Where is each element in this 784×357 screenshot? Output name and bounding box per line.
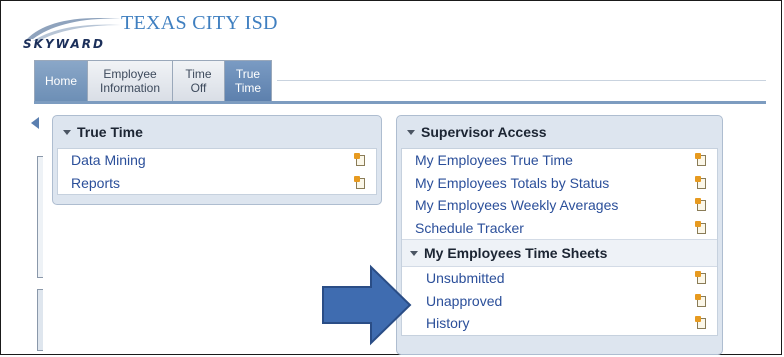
left-rail-tab[interactable] (37, 289, 43, 351)
skyward-wordmark: SKYWARD (23, 37, 105, 51)
tab-employee-information-label: Employee Information (99, 67, 161, 95)
tab-true-time-label: True Time (234, 67, 262, 95)
tab-employee-information[interactable]: Employee Information (88, 60, 173, 102)
triangle-left-icon[interactable] (31, 117, 39, 129)
menu-item-reports[interactable]: Reports (58, 172, 376, 195)
caret-down-icon[interactable] (410, 250, 418, 256)
document-icon[interactable] (695, 271, 707, 285)
menu-item-label[interactable]: Unsubmitted (426, 270, 505, 286)
document-icon[interactable] (695, 316, 707, 330)
callout-arrow-icon (322, 264, 412, 346)
tab-true-time[interactable]: True Time (225, 60, 272, 102)
time-sheets-subheader-title: My Employees Time Sheets (424, 245, 608, 261)
menu-item-label[interactable]: My Employees Weekly Averages (415, 197, 618, 213)
page-frame: SKYWARD TEXAS CITY ISD Home Employee Info… (0, 0, 782, 355)
time-sheets-subheader[interactable]: My Employees Time Sheets (402, 239, 717, 267)
supervisor-access-panel-header[interactable]: Supervisor Access (401, 116, 718, 148)
menu-item-label[interactable]: My Employees Totals by Status (415, 175, 609, 191)
supervisor-access-panel-title: Supervisor Access (421, 124, 547, 140)
document-icon[interactable] (695, 198, 707, 212)
menu-item-my-employees-weekly-averages[interactable]: My Employees Weekly Averages (402, 194, 717, 217)
menu-item-label[interactable]: Data Mining (71, 152, 146, 168)
left-rail-handle[interactable] (37, 156, 43, 278)
supervisor-access-panel: Supervisor Access My Employees True Time… (396, 115, 723, 355)
menu-item-my-employees-totals-by-status[interactable]: My Employees Totals by Status (402, 172, 717, 195)
true-time-panel-header[interactable]: True Time (57, 116, 377, 148)
document-icon[interactable] (695, 175, 707, 190)
tab-underline (34, 101, 766, 104)
menu-item-unapproved[interactable]: Unapproved (402, 290, 717, 313)
supervisor-access-panel-body: My Employees True Time My Employees Tota… (401, 148, 718, 336)
main-tabs: Home Employee Information Time Off True Tim… (34, 60, 272, 102)
document-icon[interactable] (354, 175, 366, 190)
caret-down-icon[interactable] (63, 129, 71, 135)
menu-item-my-employees-true-time[interactable]: My Employees True Time (402, 149, 717, 172)
document-icon[interactable] (354, 153, 366, 167)
tab-time-off-label: Time Off (185, 67, 212, 95)
menu-item-label[interactable]: Unapproved (426, 293, 502, 309)
caret-down-icon[interactable] (407, 129, 415, 135)
menu-item-label[interactable]: My Employees True Time (415, 152, 573, 168)
document-icon[interactable] (695, 153, 707, 167)
tab-home[interactable]: Home (34, 60, 88, 102)
menu-item-label[interactable]: Schedule Tracker (415, 220, 524, 236)
true-time-panel-body: Data Mining Reports (57, 148, 377, 195)
true-time-panel: True Time Data Mining Reports (52, 115, 382, 205)
menu-item-label[interactable]: History (426, 315, 470, 331)
tab-time-off[interactable]: Time Off (173, 60, 225, 102)
tab-home-label: Home (44, 74, 77, 88)
menu-item-unsubmitted[interactable]: Unsubmitted (402, 267, 717, 290)
menu-item-data-mining[interactable]: Data Mining (58, 149, 376, 172)
true-time-panel-title: True Time (77, 124, 143, 140)
menu-item-history[interactable]: History (402, 312, 717, 335)
menu-item-schedule-tracker[interactable]: Schedule Tracker (402, 217, 717, 240)
tab-top-rule (277, 80, 766, 81)
document-icon[interactable] (695, 220, 707, 235)
menu-item-label[interactable]: Reports (71, 175, 120, 191)
district-title: TEXAS CITY ISD (121, 12, 278, 34)
document-icon[interactable] (695, 293, 707, 308)
